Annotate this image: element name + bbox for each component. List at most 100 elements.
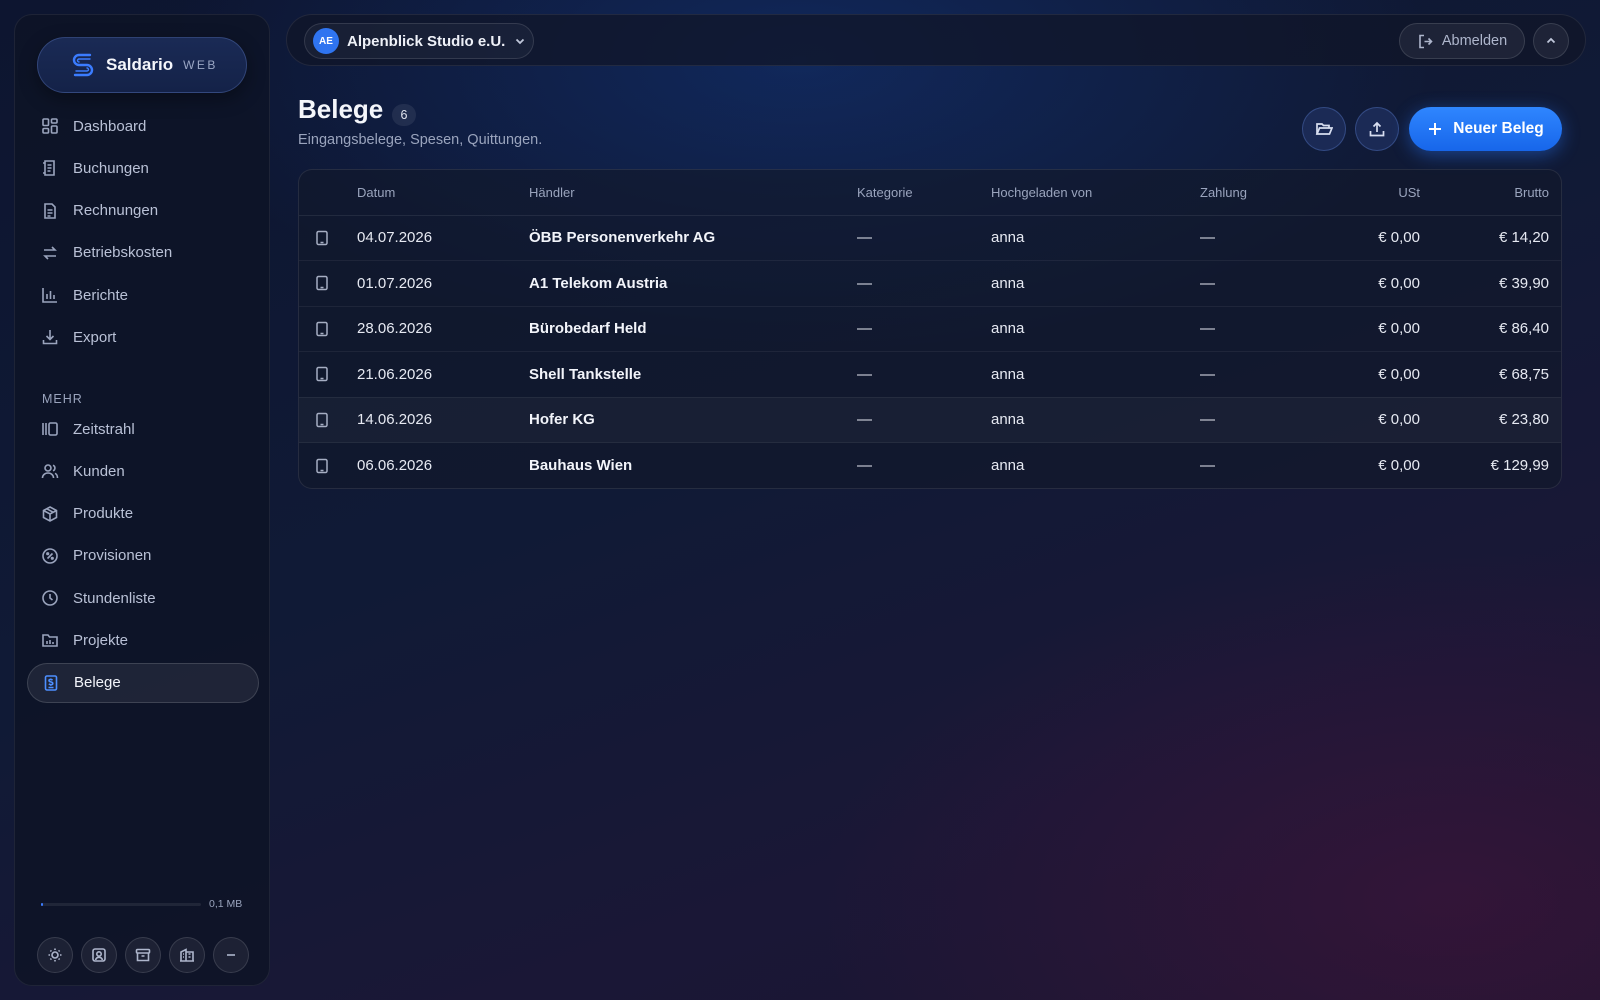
user-card-icon (92, 948, 106, 962)
document-icon (316, 367, 328, 382)
sidebar-item-produkte[interactable]: Produkte (27, 494, 259, 534)
sidebar-item-kunden[interactable]: Kunden (27, 451, 259, 491)
document-icon-cell (299, 306, 357, 352)
sidebar-item-label: Provisionen (73, 547, 152, 565)
document-icon (316, 276, 328, 291)
cell-gross: € 23,80 (1434, 397, 1561, 443)
column-header-kategorie[interactable]: Kategorie (857, 170, 991, 216)
folder-chart-icon (42, 634, 58, 648)
users-icon (41, 464, 59, 479)
cell-vat: € 0,00 (1378, 457, 1420, 474)
cell-date: 01.07.2026 (357, 260, 529, 307)
percent-icon (42, 547, 58, 564)
new-receipt-label: Neuer Beleg (1453, 120, 1544, 137)
storage-bar-fill (41, 902, 44, 906)
upload-button[interactable] (1355, 107, 1399, 151)
minimize-button[interactable] (213, 937, 249, 973)
column-header-datum[interactable]: Datum (357, 170, 529, 216)
sidebar-item-label: Berichte (73, 286, 129, 304)
sidebar-item-betriebskosten[interactable]: Betriebskosten (27, 233, 259, 273)
receipts-table: Datum Händler Kategorie Hochgeladen von … (298, 169, 1562, 489)
storage-label: 0,1 MB (209, 898, 243, 910)
column-header-zahlung[interactable]: Zahlung (1200, 170, 1330, 216)
company-name: Alpenblick Studio e.U. (347, 32, 506, 50)
cell-gross: € 68,75 (1434, 351, 1561, 398)
sidebar-item-provisionen[interactable]: Provisionen (27, 536, 259, 576)
cell-payment: — (1200, 260, 1330, 307)
cell-uploaded-by: anna (991, 306, 1200, 352)
column-header-ust[interactable]: USt (1330, 170, 1434, 216)
sidebar-item-label: Projekte (73, 631, 129, 649)
table-row[interactable]: 01.07.2026 A1 Telekom Austria — anna — €… (299, 260, 1561, 307)
cell-date: 06.06.2026 (357, 457, 433, 474)
receipt-icon (44, 674, 58, 691)
cell-merchant: Bauhaus Wien (529, 457, 633, 474)
sidebar-item-berichte[interactable]: Berichte (27, 275, 259, 315)
cell-date: 21.06.2026 (357, 351, 529, 398)
cell-gross: € 129,99 (1490, 457, 1549, 474)
cell-vat: € 0,00 (1330, 306, 1434, 352)
sidebar-item-rechnungen[interactable]: Rechnungen (27, 191, 259, 231)
cell-merchant: Shell Tankstelle (529, 351, 857, 398)
column-header-brutto[interactable]: Brutto (1434, 170, 1561, 216)
table-row[interactable]: 06.06.2026 Bauhaus Wien — anna — € 0,00 … (299, 443, 1561, 489)
sidebar-item-label: Zeitstrahl (73, 420, 135, 438)
sidebar-item-label: Betriebskosten (73, 244, 173, 262)
profile-button[interactable] (81, 937, 117, 973)
table-row[interactable]: 28.06.2026 Bürobedarf Held — anna — € 0,… (299, 306, 1561, 352)
plus-icon (1429, 123, 1442, 135)
column-header-hochgeladen-von[interactable]: Hochgeladen von (991, 170, 1200, 216)
cell-vat: € 0,00 (1330, 260, 1434, 307)
cell-date: 14.06.2026 (357, 397, 529, 443)
table-row[interactable]: 04.07.2026 ÖBB Personenverkehr AG — anna… (299, 215, 1561, 261)
document-icon-cell (299, 397, 357, 443)
cell-payment: — (1200, 351, 1330, 398)
storage-usage: 0,1 MB (41, 898, 253, 910)
page-subtitle: Eingangsbelege, Spesen, Quittungen. (298, 132, 543, 148)
cell-merchant: Bürobedarf Held (529, 306, 857, 352)
cell-payment: — (1200, 397, 1330, 443)
sidebar-item-zeitstrahl[interactable]: Zeitstrahl (27, 409, 259, 449)
saldario-logo-icon (72, 53, 94, 77)
sidebar-item-label: Buchungen (73, 159, 149, 177)
document-icon-cell (299, 260, 357, 307)
dashboard-icon (42, 118, 58, 134)
chevron-down-icon (516, 38, 525, 45)
sidebar-item-buchungen[interactable]: Buchungen (27, 148, 259, 188)
page-title: Belege (298, 94, 384, 124)
sidebar-item-belege[interactable]: Belege (27, 662, 259, 703)
logout-icon (1419, 34, 1433, 48)
document-icon (316, 321, 328, 336)
cell-uploaded-by: anna (991, 397, 1200, 443)
sidebar-item-label: Dashboard (73, 117, 147, 135)
sidebar-item-export[interactable]: Export (27, 317, 259, 357)
chevron-up-icon (1546, 37, 1556, 44)
column-header-haendler[interactable]: Händler (529, 170, 857, 216)
cell-category: — (857, 306, 991, 352)
cell-category: — (857, 260, 991, 307)
company-switcher[interactable]: AE Alpenblick Studio e.U. (304, 23, 534, 59)
timeline-icon (42, 422, 58, 436)
archive-icon (135, 948, 151, 962)
cell-payment: — (1200, 457, 1215, 474)
sidebar-item-projekte[interactable]: Projekte (27, 620, 259, 660)
cell-merchant: ÖBB Personenverkehr AG (529, 215, 857, 261)
cell-category: — (857, 215, 991, 261)
open-folder-button[interactable] (1302, 107, 1346, 151)
cell-date: 04.07.2026 (357, 215, 529, 261)
document-icon-cell (299, 443, 357, 489)
sidebar-item-label: Rechnungen (73, 202, 159, 219)
sidebar-item-stundenliste[interactable]: Stundenliste (27, 578, 259, 618)
brand-logo[interactable]: Saldario WEB (37, 37, 247, 93)
cell-gross: € 86,40 (1434, 306, 1561, 352)
archive-button[interactable] (125, 937, 161, 973)
table-row[interactable]: 14.06.2026 Hofer KG — anna — € 0,00 € 23… (299, 397, 1561, 443)
new-receipt-button[interactable]: Neuer Beleg (1409, 107, 1562, 151)
collapse-button[interactable] (1533, 23, 1569, 59)
company-settings-button[interactable] (169, 937, 205, 973)
theme-toggle-button[interactable] (37, 937, 73, 973)
table-row[interactable]: 21.06.2026 Shell Tankstelle — anna — € 0… (299, 351, 1561, 398)
sidebar-item-dashboard[interactable]: Dashboard (27, 106, 259, 146)
brand-name: Saldario (106, 55, 174, 74)
logout-button[interactable]: Abmelden (1399, 23, 1525, 59)
